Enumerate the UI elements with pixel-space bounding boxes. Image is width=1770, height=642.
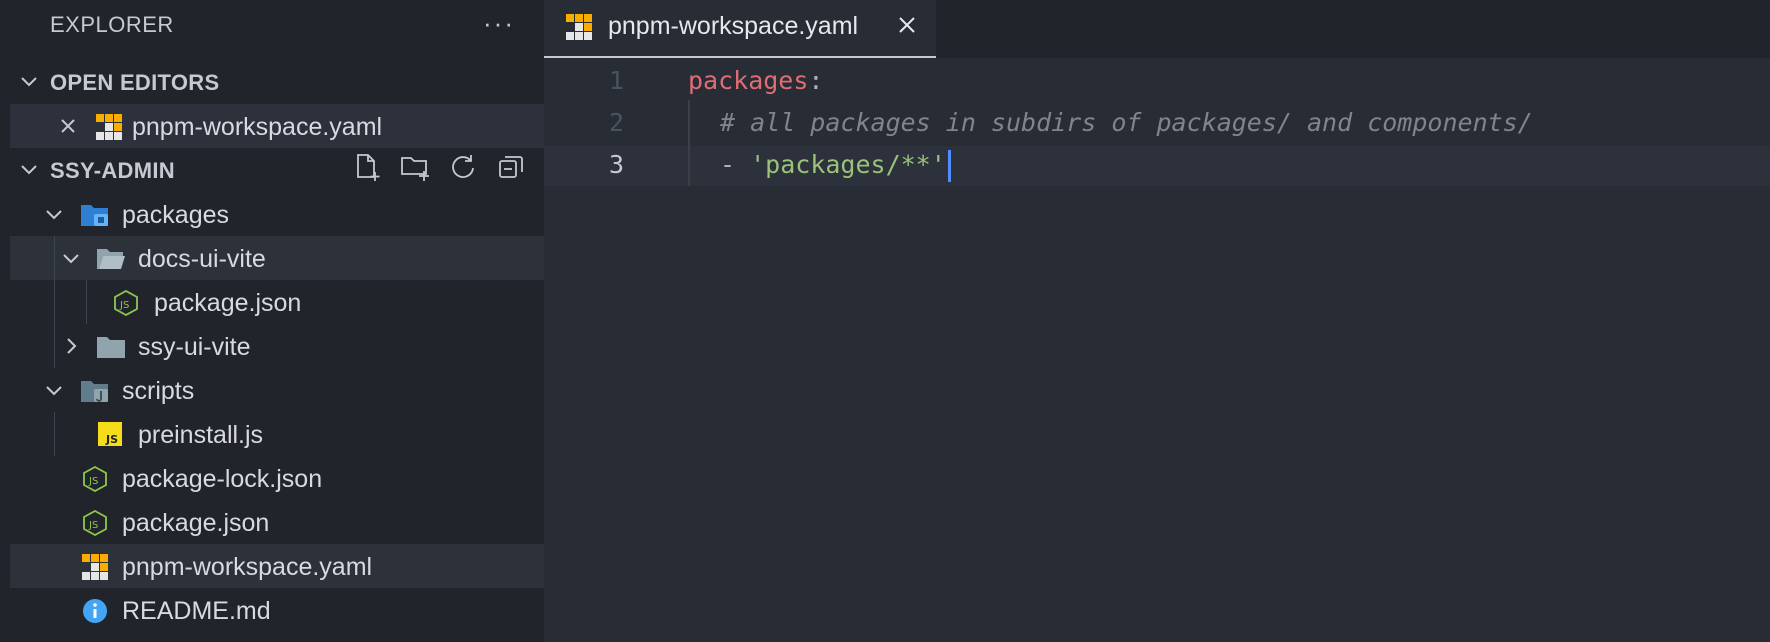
explorer-sidebar: EXPLORER ··· OPEN EDITORS pnpm-workspace… bbox=[10, 0, 544, 642]
yaml-comment: # all packages in subdirs of packages/ a… bbox=[720, 108, 1533, 137]
new-folder-icon[interactable] bbox=[400, 152, 430, 182]
more-actions-icon[interactable]: ··· bbox=[483, 8, 515, 39]
open-editors-label: OPEN EDITORS bbox=[50, 70, 220, 95]
open-editors-header[interactable]: OPEN EDITORS bbox=[10, 60, 544, 104]
tab-pnpm-workspace-yaml[interactable]: pnpm-workspace.yaml bbox=[544, 0, 936, 58]
tree-item-label: pnpm-workspace.yaml bbox=[122, 553, 373, 581]
tree-file-readme-md[interactable]: README.md bbox=[10, 588, 544, 632]
folder-open-icon bbox=[97, 249, 125, 269]
tab-label: pnpm-workspace.yaml bbox=[608, 12, 859, 40]
tree-file-package-json[interactable]: JS package.json bbox=[10, 280, 544, 324]
activity-strip bbox=[0, 0, 10, 642]
tab-bar: pnpm-workspace.yaml bbox=[544, 0, 1770, 58]
tree-item-label: package.json bbox=[122, 509, 270, 537]
line-number: 2 bbox=[608, 108, 624, 137]
folder-icon bbox=[97, 337, 125, 358]
scripts-folder-icon bbox=[81, 381, 108, 402]
nodejs-icon: JS bbox=[83, 466, 107, 492]
tree-item-label: package.json bbox=[154, 289, 302, 317]
project-label: SSY-ADMIN bbox=[50, 158, 175, 183]
tree-folder-docs-ui-vite[interactable]: docs-ui-vite bbox=[10, 236, 544, 280]
explorer-header: EXPLORER ··· bbox=[10, 0, 544, 52]
nodejs-icon: JS bbox=[114, 290, 138, 316]
pnpm-icon bbox=[82, 554, 108, 580]
tree-file-pnpm-workspace-yaml[interactable]: pnpm-workspace.yaml bbox=[10, 544, 544, 588]
line-number: 1 bbox=[608, 66, 624, 95]
javascript-icon: JS bbox=[98, 422, 122, 446]
tree-item-label: ssy-ui-vite bbox=[138, 333, 251, 361]
indent-guide bbox=[86, 280, 87, 324]
tree-folder-scripts[interactable]: scripts bbox=[10, 368, 544, 412]
tree-item-label: package-lock.json bbox=[122, 465, 323, 493]
code-line-3[interactable]: - 'packages/**' bbox=[720, 150, 951, 182]
tree-item-label: docs-ui-vite bbox=[138, 245, 266, 273]
yaml-colon: : bbox=[808, 66, 824, 95]
svg-text:JS: JS bbox=[88, 520, 98, 531]
code-line-1[interactable]: packages: bbox=[688, 66, 823, 95]
yaml-string: 'packages/**' bbox=[750, 150, 946, 179]
open-editor-label: pnpm-workspace.yaml bbox=[132, 113, 383, 141]
tree-file-package-lock-json[interactable]: JS package-lock.json bbox=[10, 456, 544, 500]
nodejs-icon: JS bbox=[83, 510, 107, 536]
close-icon[interactable] bbox=[58, 116, 78, 136]
indent-guide bbox=[688, 100, 690, 186]
tree-item-label: scripts bbox=[122, 377, 195, 405]
indent-guide bbox=[54, 412, 55, 456]
chevron-down-icon bbox=[21, 165, 37, 175]
close-icon[interactable] bbox=[896, 14, 918, 36]
info-icon bbox=[83, 599, 107, 623]
packages-folder-icon bbox=[81, 205, 108, 226]
tree-item-label: packages bbox=[122, 201, 230, 229]
line-number: 3 bbox=[608, 150, 624, 179]
new-file-icon[interactable] bbox=[352, 152, 382, 182]
explorer-title: EXPLORER bbox=[50, 12, 174, 37]
chevron-down-icon bbox=[46, 210, 62, 220]
svg-text:JS: JS bbox=[105, 433, 118, 446]
chevron-down-icon bbox=[63, 254, 79, 264]
refresh-icon[interactable] bbox=[448, 152, 478, 182]
open-editor-item[interactable]: pnpm-workspace.yaml bbox=[10, 104, 544, 148]
pnpm-icon bbox=[566, 14, 592, 40]
yaml-key: packages bbox=[688, 66, 809, 95]
chevron-down-icon bbox=[46, 386, 62, 396]
text-cursor bbox=[947, 150, 951, 182]
chevron-right-icon bbox=[67, 338, 77, 354]
svg-text:JS: JS bbox=[119, 300, 129, 311]
tree-folder-ssy-ui-vite[interactable]: ssy-ui-vite bbox=[10, 324, 544, 368]
collapse-all-icon[interactable] bbox=[496, 152, 526, 182]
tree-item-label: README.md bbox=[122, 597, 271, 625]
chevron-down-icon bbox=[21, 77, 37, 87]
tree-folder-packages[interactable]: packages bbox=[10, 192, 544, 236]
editor-area: pnpm-workspace.yaml 1 2 3 packages: # al… bbox=[544, 0, 1770, 642]
indent-guide bbox=[54, 236, 55, 368]
svg-text:JS: JS bbox=[88, 476, 98, 487]
yaml-dash: - bbox=[720, 150, 751, 179]
code-line-2[interactable]: # all packages in subdirs of packages/ a… bbox=[720, 108, 1533, 137]
tree-item-label: preinstall.js bbox=[138, 421, 264, 449]
tree-file-preinstall-js[interactable]: JS preinstall.js bbox=[10, 412, 544, 456]
tree-file-package-json[interactable]: JS package.json bbox=[10, 500, 544, 544]
pnpm-icon bbox=[96, 114, 122, 140]
